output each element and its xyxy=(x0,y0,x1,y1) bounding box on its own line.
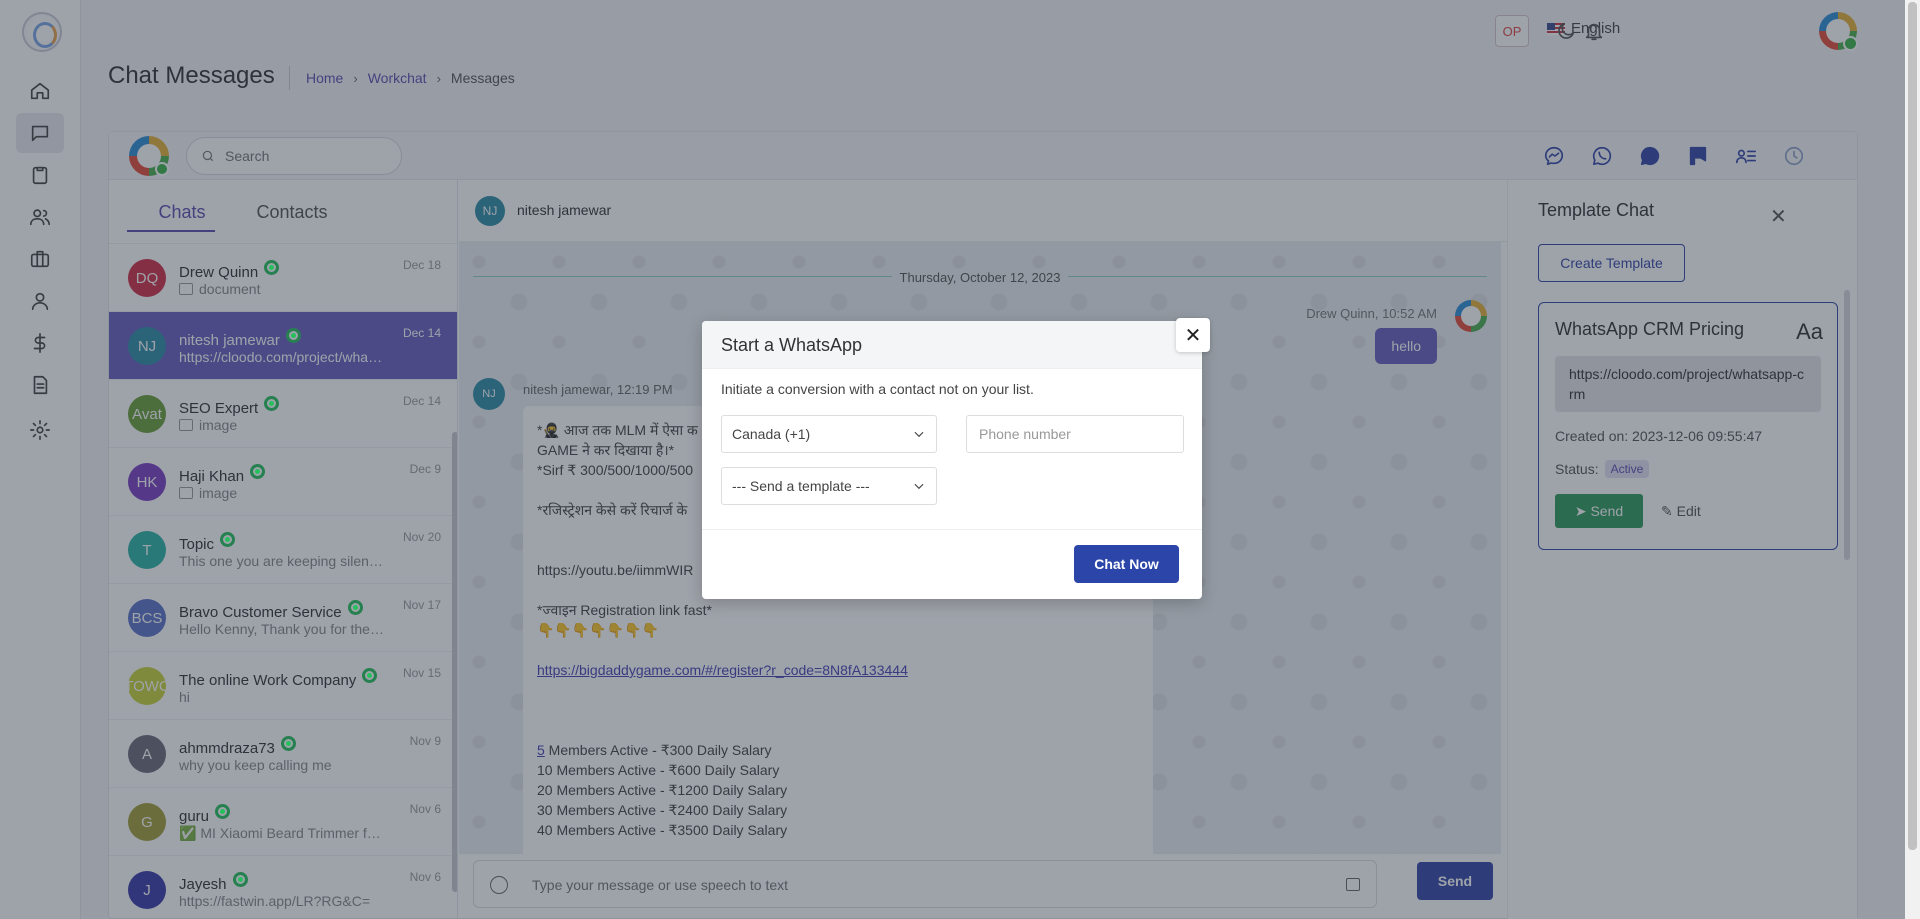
chevron-down-icon xyxy=(914,483,924,490)
close-icon[interactable]: ✕ xyxy=(1176,318,1210,352)
chevron-down-icon xyxy=(914,431,924,438)
modal-title: Start a WhatsApp xyxy=(702,321,1202,369)
start-whatsapp-modal: Start a WhatsApp ✕ Initiate a conversion… xyxy=(702,318,1210,599)
template-select[interactable]: --- Send a template --- xyxy=(721,467,937,505)
page-scrollbar[interactable] xyxy=(1905,0,1920,919)
modal-footer: Chat Now xyxy=(702,529,1202,599)
country-select[interactable]: Canada (+1) xyxy=(721,415,937,453)
country-value: Canada (+1) xyxy=(732,426,811,442)
modal-description: Initiate a conversion with a contact not… xyxy=(721,381,1034,397)
phone-number-input[interactable] xyxy=(966,415,1184,453)
chat-now-button[interactable]: Chat Now xyxy=(1074,545,1179,583)
template-select-value: --- Send a template --- xyxy=(732,478,870,494)
